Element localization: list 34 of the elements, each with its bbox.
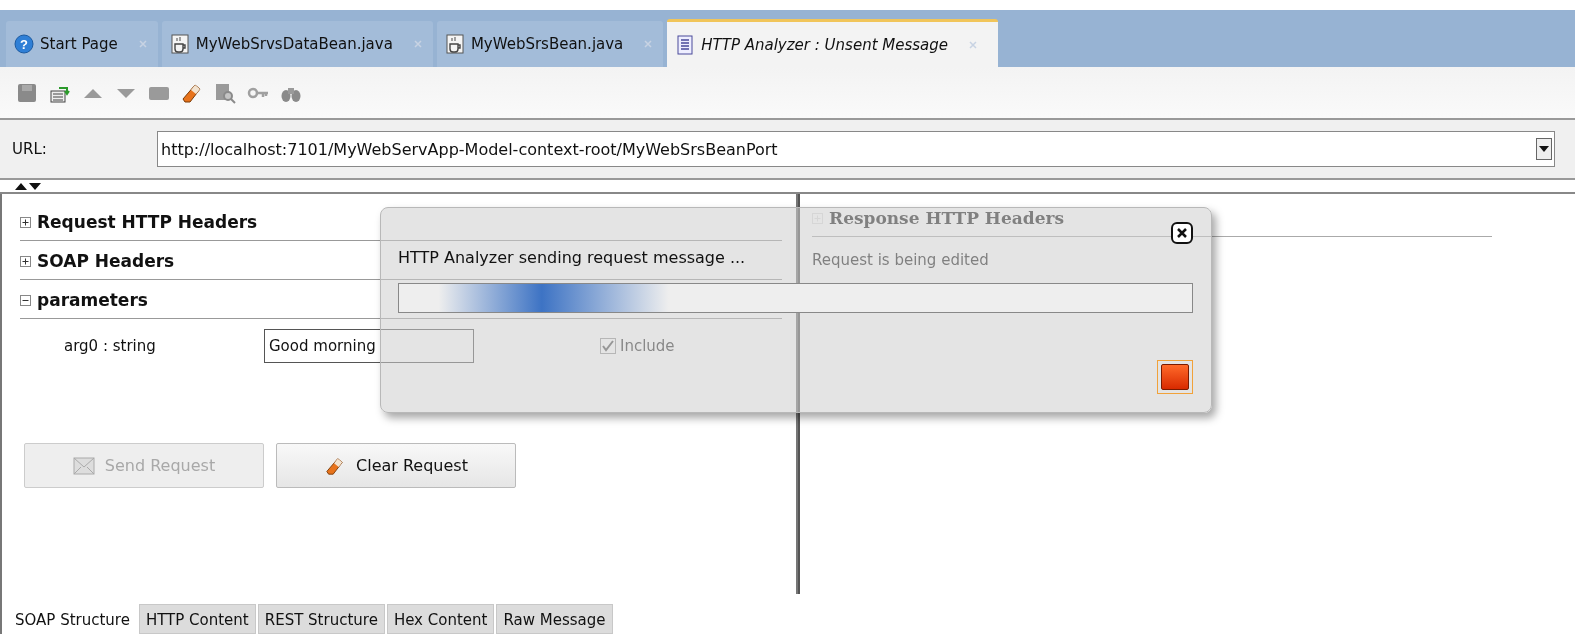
splitter-arrows-icon[interactable] xyxy=(15,181,41,191)
expand-icon[interactable] xyxy=(20,216,31,228)
save-icon[interactable] xyxy=(16,81,38,104)
clear-request-button[interactable]: Clear Request xyxy=(276,443,516,488)
stop-button[interactable] xyxy=(1157,360,1193,394)
expand-icon[interactable] xyxy=(20,255,31,267)
section-title: parameters xyxy=(37,290,148,310)
view-tab[interactable]: REST Structure xyxy=(257,604,385,634)
section-title: Response HTTP Headers xyxy=(829,208,1064,228)
url-label: URL: xyxy=(11,140,48,158)
help-icon: ? xyxy=(14,34,34,54)
document-icon xyxy=(675,34,696,55)
view-tab[interactable]: Raw Message xyxy=(496,604,613,634)
java-file-icon xyxy=(444,34,465,54)
dropdown-caret-icon[interactable] xyxy=(1536,138,1552,160)
document-tab[interactable]: MyWebSrsBean.java xyxy=(436,21,664,67)
section-title: SOAP Headers xyxy=(37,251,175,271)
view-tab[interactable]: HTTP Content xyxy=(138,604,256,634)
document-tab[interactable]: ? Start Page xyxy=(6,21,158,67)
include-label: Include xyxy=(620,337,675,355)
status-text: Request is being edited xyxy=(812,251,990,269)
document-tab[interactable]: HTTP Analyzer : Unsent Message xyxy=(667,19,999,67)
include-checkbox[interactable] xyxy=(600,338,616,354)
parameter-label: arg0 : string xyxy=(64,337,157,355)
document-tab[interactable]: MyWebSrvsDataBean.java xyxy=(161,21,433,67)
close-icon[interactable] xyxy=(1171,222,1193,244)
url-field[interactable]: http://localhost:7101/MyWebServApp-Model-context-root/MyWebSrsBeanPort xyxy=(157,131,1555,167)
view-tab[interactable]: Hex Content xyxy=(386,604,495,634)
collapse-icon[interactable] xyxy=(20,294,31,306)
section-title: Request HTTP Headers xyxy=(37,212,258,232)
java-file-icon xyxy=(169,34,190,54)
parameter-input[interactable]: Good morning xyxy=(264,329,474,363)
find-document-icon[interactable] xyxy=(214,81,236,104)
dialog-message: HTTP Analyzer sending request message ... xyxy=(398,248,746,267)
